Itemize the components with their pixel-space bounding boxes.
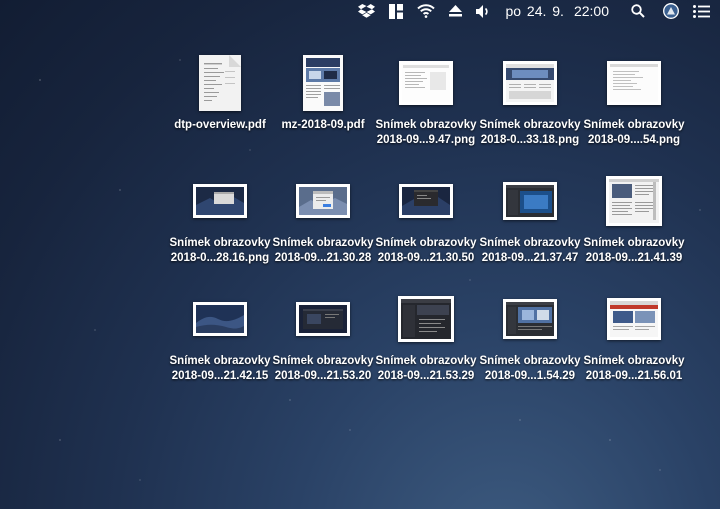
file-name: Snímek obrazovky [375,237,477,249]
screenshot-thumbnail[interactable] [582,168,686,234]
file-name: Snímek obrazovky [479,237,581,249]
desktop-file-screenshot[interactable]: Snímek obrazovky 2018-09....54.png [582,50,686,148]
file-name-line2: 2018-09...9.47.png [376,134,476,146]
menubar-time[interactable]: 22:00 [574,0,609,22]
eject-icon[interactable] [449,0,463,22]
file-name-line2: 2018-09...21.53.20 [274,370,372,382]
desktop-file-mz-2018-09[interactable]: mz-2018-09.pdf [271,50,375,133]
file-name: Snímek obrazovky [479,355,581,367]
file-name: Snímek obrazovky [583,355,685,367]
volume-icon[interactable] [476,0,491,22]
file-name: Snímek obrazovky [272,355,374,367]
file-name: Snímek obrazovky [169,237,271,249]
file-name: Snímek obrazovky [583,237,685,249]
file-name: Snímek obrazovky [272,237,374,249]
screenshot-thumbnail[interactable] [168,168,272,234]
desktop-file-screenshot[interactable]: Snímek obrazovky 2018-09...21.53.20 [271,286,375,384]
spotlight-search-icon[interactable] [631,0,645,22]
menu-bar: po 24. 9. 22:00 [0,0,720,22]
file-name-line2: 2018-09...21.30.28 [274,252,372,264]
screenshot-thumbnail[interactable] [168,286,272,352]
screenshot-thumbnail[interactable] [582,50,686,116]
file-name: Snímek obrazovky [169,355,271,367]
file-name-line2: 2018-09....54.png [587,134,681,146]
file-name: dtp-overview.pdf [174,119,266,131]
desktop-file-screenshot[interactable]: Snímek obrazovky 2018-09...21.30.28 [271,168,375,266]
screenshot-thumbnail[interactable] [478,50,582,116]
file-name-line2: 2018-0...28.16.png [170,252,270,264]
desktop-file-screenshot[interactable]: Snímek obrazovky 2018-09...21.42.15 [168,286,272,384]
screenshot-thumbnail[interactable] [374,168,478,234]
file-name: Snímek obrazovky [479,119,581,131]
pdf-document-icon[interactable] [168,50,272,116]
file-name: mz-2018-09.pdf [281,119,365,131]
file-name-line2: 2018-09...21.30.50 [377,252,475,264]
screenshot-thumbnail[interactable] [582,286,686,352]
screenshot-thumbnail[interactable] [478,286,582,352]
desktop-file-screenshot[interactable]: Snímek obrazovky 2018-09...21.30.50 [374,168,478,266]
menubar-date[interactable]: po 24. 9. [505,0,564,22]
desktop-file-screenshot[interactable]: Snímek obrazovky 2018-09...21.53.29 [374,286,478,384]
desktop-file-dtp-overview[interactable]: dtp-overview.pdf [168,50,272,133]
notification-center-icon[interactable] [693,0,710,22]
dropbox-icon[interactable] [358,0,376,22]
desktop-file-screenshot[interactable]: Snímek obrazovky 2018-09...1.54.29 [478,286,582,384]
desktop-file-screenshot[interactable]: Snímek obrazovky 2018-09...21.56.01 [582,286,686,384]
desktop-file-screenshot[interactable]: Snímek obrazovky 2018-09...21.41.39 [582,168,686,266]
window-layout-icon[interactable] [389,0,404,22]
pdf-magazine-icon[interactable] [271,50,375,116]
file-name: Snímek obrazovky [583,119,685,131]
screenshot-thumbnail[interactable] [478,168,582,234]
file-name-line2: 2018-09...21.37.47 [481,252,579,264]
user-avatar-icon[interactable] [663,0,679,22]
file-name: Snímek obrazovky [375,355,477,367]
screenshot-thumbnail[interactable] [271,168,375,234]
file-name-line2: 2018-0...33.18.png [480,134,580,146]
screenshot-thumbnail[interactable] [271,286,375,352]
file-name: Snímek obrazovky [375,119,477,131]
file-name-line2: 2018-09...1.54.29 [484,370,576,382]
file-name-line2: 2018-09...21.41.39 [585,252,683,264]
desktop-file-screenshot[interactable]: Snímek obrazovky 2018-0...33.18.png [478,50,582,148]
file-name-line2: 2018-09...21.42.15 [171,370,269,382]
desktop-file-screenshot[interactable]: Snímek obrazovky 2018-09...21.37.47 [478,168,582,266]
file-name-line2: 2018-09...21.53.29 [377,370,475,382]
wifi-icon[interactable] [417,0,436,22]
file-name-line2: 2018-09...21.56.01 [585,370,683,382]
desktop-file-screenshot[interactable]: Snímek obrazovky 2018-0...28.16.png [168,168,272,266]
desktop-file-screenshot[interactable]: Snímek obrazovky 2018-09...9.47.png [374,50,478,148]
screenshot-thumbnail[interactable] [374,50,478,116]
screenshot-thumbnail[interactable] [374,286,478,352]
